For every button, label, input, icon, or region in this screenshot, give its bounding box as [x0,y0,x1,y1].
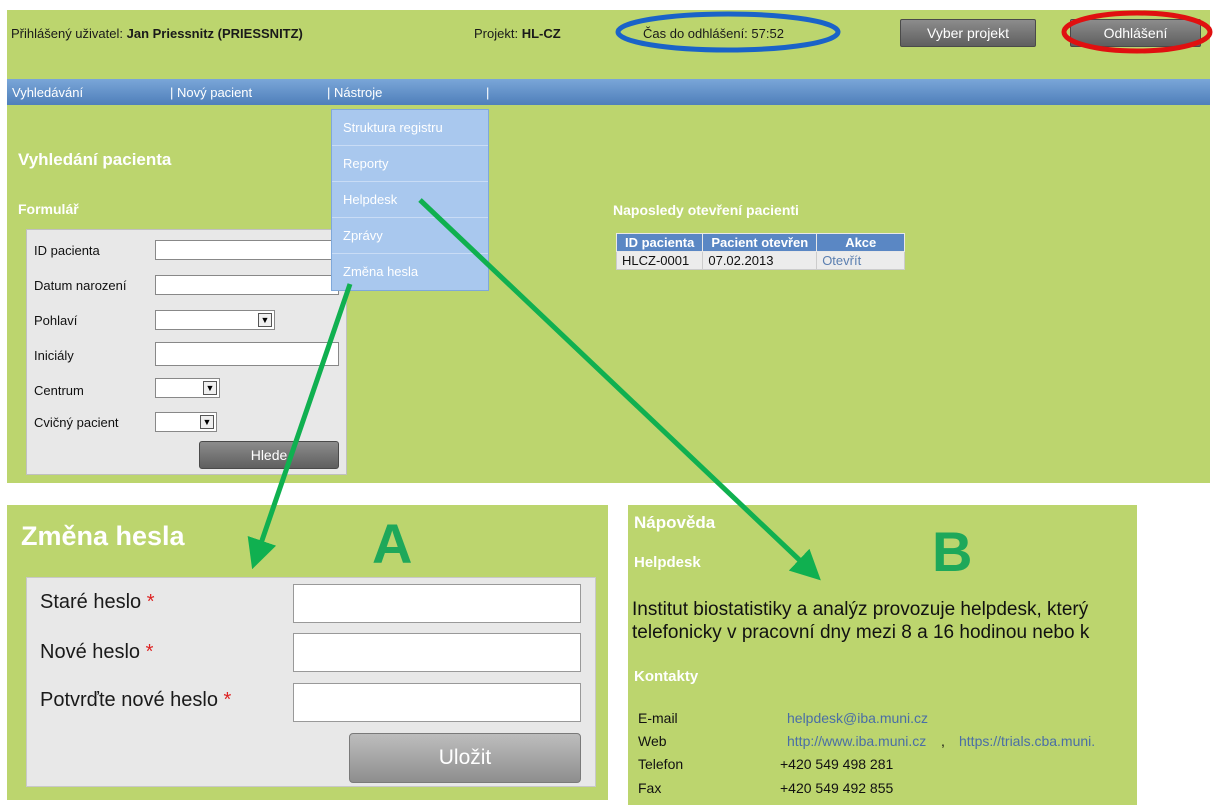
app-window: Přihlášený uživatel: Jan Priessnitz (PRI… [7,10,1210,483]
chevron-down-icon: ▼ [200,415,214,429]
nav-search[interactable]: Vyhledávání [12,85,83,100]
field-label-sex: Pohlaví [34,313,78,328]
fax-label: Fax [638,780,662,796]
old-password-input[interactable] [293,584,581,623]
table-header-row: ID pacienta Pacient otevřen Akce [615,233,906,252]
field-label-patient-id: ID pacienta [34,243,100,258]
logout-timer: Čas do odhlášení: 57:52 [643,26,784,41]
column-header: Akce [816,233,906,252]
email-link[interactable]: helpdesk@iba.muni.cz [787,710,928,726]
helpdesk-text-line-1: Institut biostatistiky a analýz provozuj… [632,599,1089,620]
panel-a-title: Změna hesla [21,521,185,551]
project-info: Projekt: HL-CZ [474,26,561,41]
chevron-down-icon: ▼ [203,381,217,395]
project-label: Projekt: [474,26,519,41]
confirm-password-label: Potvrďte nové heslo * [40,689,232,711]
menu-item-change-password[interactable]: Změna hesla [332,254,488,290]
search-form: ID pacienta Datum narození Pohlaví ▼ Ini… [26,229,347,475]
logout-button[interactable]: Odhlášení [1070,19,1201,47]
helpdesk-text-line-2: telefonicky v pracovní dny mezi 8 a 16 h… [632,622,1090,643]
patient-id-input[interactable] [155,240,339,260]
test-patient-select[interactable]: ▼ [155,412,217,432]
nav-separator: | [486,85,490,100]
main-nav: Vyhledávání | Nový pacient | Nástroje | [7,79,1210,105]
phone-label: Telefon [638,756,684,772]
menu-item-registry-structure[interactable]: Struktura registru [332,110,488,146]
form-title: Formulář [18,201,79,217]
web-separator: , [941,733,945,749]
panel-b-title: Nápověda [634,513,716,532]
change-password-panel: Změna hesla A Staré heslo * Nové heslo *… [7,505,608,800]
birth-date-input[interactable] [155,275,339,295]
cell-patient-id: HLCZ-0001 [615,251,704,270]
web-link-iba[interactable]: http://www.iba.muni.cz [787,733,926,749]
field-label-test-patient: Cvičný pacient [34,415,119,430]
panel-a-marker: A [372,512,413,575]
nav-tools[interactable]: | Nástroje [327,85,382,100]
web-label: Web [638,733,667,749]
confirm-password-input[interactable] [293,683,581,722]
new-password-label: Nové heslo * [40,641,154,663]
new-password-input[interactable] [293,633,581,672]
save-button[interactable]: Uložit [349,733,581,783]
phone-value: +420 549 498 281 [780,756,894,772]
contacts-title: Kontakty [634,668,699,685]
sex-select[interactable]: ▼ [155,310,275,330]
fax-value: +420 549 492 855 [780,780,894,796]
project-value: HL-CZ [521,26,561,41]
column-header: ID pacienta [615,233,704,252]
top-bar: Přihlášený uživatel: Jan Priessnitz (PRI… [7,10,1210,57]
chevron-down-icon: ▼ [258,313,272,327]
email-label: E-mail [638,710,678,726]
field-label-center: Centrum [34,383,84,398]
panel-b-subtitle: Helpdesk [634,554,701,571]
recent-patients-table: ID pacienta Pacient otevřen Akce HLCZ-00… [615,233,906,270]
panel-b-marker: B [932,520,973,583]
search-button[interactable]: Hlede [199,441,339,469]
menu-item-reports[interactable]: Reporty [332,146,488,182]
web-link-trials[interactable]: https://trials.cba.muni. [959,733,1095,749]
menu-item-helpdesk[interactable]: Helpdesk [332,182,488,218]
tools-dropdown-menu: Struktura registru Reporty Helpdesk Zprá… [331,109,489,291]
user-name: Jan Priessnitz (PRIESSNITZ) [126,26,303,41]
page-title: Vyhledání pacienta [18,150,172,169]
cell-opened-date: 07.02.2013 [702,251,818,270]
column-header: Pacient otevřen [702,233,818,252]
logged-user: Přihlášený uživatel: Jan Priessnitz (PRI… [11,26,303,41]
center-select[interactable]: ▼ [155,378,220,398]
initials-input[interactable] [155,342,339,366]
select-project-button[interactable]: Vyber projekt [900,19,1036,47]
menu-item-messages[interactable]: Zprávy [332,218,488,254]
open-patient-link[interactable]: Otevřít [816,251,906,270]
user-label: Přihlášený uživatel: [11,26,123,41]
recent-patients-title: Naposledy otevření pacienti [613,202,799,218]
helpdesk-panel: Nápověda Helpdesk B Institut biostatisti… [628,505,1137,805]
nav-new-patient[interactable]: | Nový pacient [170,85,252,100]
field-label-initials: Iniciály [34,348,74,363]
field-label-birth-date: Datum narození [34,278,127,293]
old-password-label: Staré heslo * [40,591,155,613]
change-password-form: Staré heslo * Nové heslo * Potvrďte nové… [26,577,596,787]
table-row: HLCZ-0001 07.02.2013 Otevřít [615,251,906,270]
